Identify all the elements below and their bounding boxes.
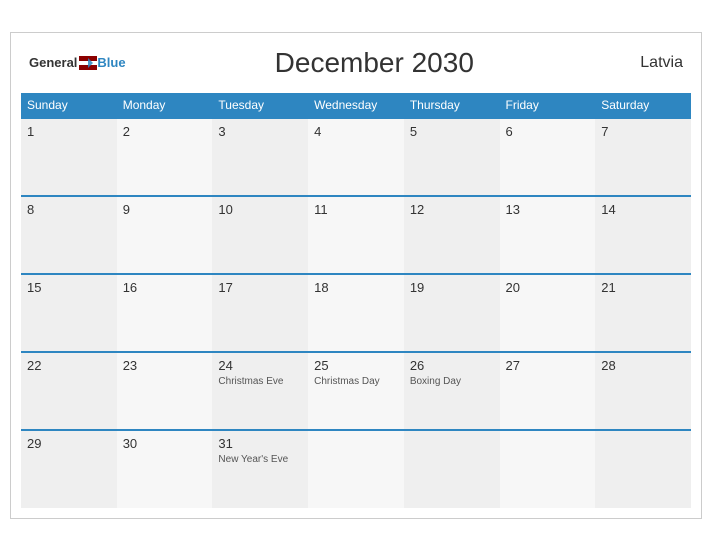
logo-flag-icon	[79, 56, 97, 70]
calendar-header: General Blue December 2030 Latvia	[21, 43, 691, 83]
table-cell: 23	[117, 352, 213, 430]
table-cell: 19	[404, 274, 500, 352]
table-cell: 30	[117, 430, 213, 508]
calendar-week-row: 15 16 17 18 19 20 21	[21, 274, 691, 352]
day-number: 19	[410, 280, 494, 295]
day-number: 3	[218, 124, 302, 139]
logo-general-text: General	[29, 55, 77, 70]
calendar-title: December 2030	[275, 47, 474, 79]
day-number: 12	[410, 202, 494, 217]
table-cell: 14	[595, 196, 691, 274]
calendar-container: General Blue December 2030 Latvia Sunday…	[10, 32, 702, 519]
table-cell: 18	[308, 274, 404, 352]
table-cell	[404, 430, 500, 508]
table-cell: 5	[404, 118, 500, 196]
calendar-week-row: 89 10 11 12 13 14	[21, 196, 691, 274]
header-tuesday: Tuesday	[212, 93, 308, 118]
table-cell: 13	[500, 196, 596, 274]
header-sunday: Sunday	[21, 93, 117, 118]
table-cell: 6	[500, 118, 596, 196]
day-number: 29	[27, 436, 111, 451]
table-cell: 22	[21, 352, 117, 430]
day-number: 24	[218, 358, 302, 373]
day-number: 14	[601, 202, 685, 217]
table-cell: 11	[308, 196, 404, 274]
holiday-label: Christmas Day	[314, 375, 398, 388]
logo-blue-text: Blue	[97, 55, 125, 70]
table-cell	[500, 430, 596, 508]
day-number: 1	[27, 124, 111, 139]
day-number: 11	[314, 202, 398, 217]
table-cell: 3	[212, 118, 308, 196]
country-label: Latvia	[623, 54, 683, 72]
table-cell	[595, 430, 691, 508]
day-number: 8	[27, 202, 111, 217]
day-number: 23	[123, 358, 207, 373]
day-number: 6	[506, 124, 590, 139]
table-cell: 25 Christmas Day	[308, 352, 404, 430]
header-saturday: Saturday	[595, 93, 691, 118]
day-number: 5	[410, 124, 494, 139]
table-cell: 20	[500, 274, 596, 352]
logo: General Blue	[29, 55, 126, 70]
day-number: 16	[123, 280, 207, 295]
table-cell	[308, 430, 404, 508]
day-number: 28	[601, 358, 685, 373]
table-cell: 17	[212, 274, 308, 352]
day-number: 13	[506, 202, 590, 217]
day-number: 27	[506, 358, 590, 373]
table-cell: 31 New Year's Eve	[212, 430, 308, 508]
table-cell: 16	[117, 274, 213, 352]
day-number: 20	[506, 280, 590, 295]
table-cell: 8	[21, 196, 117, 274]
day-number: 2	[123, 124, 207, 139]
table-cell: 4	[308, 118, 404, 196]
table-cell: 2	[117, 118, 213, 196]
table-cell: 7	[595, 118, 691, 196]
day-number: 9	[123, 202, 207, 217]
holiday-label: New Year's Eve	[218, 453, 302, 466]
calendar-week-row: 29 30 31 New Year's Eve	[21, 430, 691, 508]
table-cell: 10	[212, 196, 308, 274]
table-cell: 9	[117, 196, 213, 274]
day-number: 30	[123, 436, 207, 451]
header-friday: Friday	[500, 93, 596, 118]
calendar-week-row: 22 23 24 Christmas Eve 25 Christmas Day 26 Boxi…	[21, 352, 691, 430]
calendar-table: Sunday Monday Tuesday Wednesday Thursday…	[21, 93, 691, 508]
table-cell: 1	[21, 118, 117, 196]
day-number: 18	[314, 280, 398, 295]
day-number: 31	[218, 436, 302, 451]
header-wednesday: Wednesday	[308, 93, 404, 118]
table-cell: 28	[595, 352, 691, 430]
table-cell: 21	[595, 274, 691, 352]
table-cell: 29	[21, 430, 117, 508]
day-number: 10	[218, 202, 302, 217]
header-monday: Monday	[117, 93, 213, 118]
table-cell: 24 Christmas Eve	[212, 352, 308, 430]
day-number: 7	[601, 124, 685, 139]
table-cell: 27	[500, 352, 596, 430]
day-number: 17	[218, 280, 302, 295]
calendar-week-row: 1234567	[21, 118, 691, 196]
table-cell: 12	[404, 196, 500, 274]
day-number: 4	[314, 124, 398, 139]
header-thursday: Thursday	[404, 93, 500, 118]
day-number: 22	[27, 358, 111, 373]
table-cell: 15	[21, 274, 117, 352]
weekday-header-row: Sunday Monday Tuesday Wednesday Thursday…	[21, 93, 691, 118]
day-number: 21	[601, 280, 685, 295]
holiday-label: Christmas Eve	[218, 375, 302, 388]
day-number: 26	[410, 358, 494, 373]
day-number: 25	[314, 358, 398, 373]
holiday-label: Boxing Day	[410, 375, 494, 388]
table-cell: 26 Boxing Day	[404, 352, 500, 430]
day-number: 15	[27, 280, 111, 295]
